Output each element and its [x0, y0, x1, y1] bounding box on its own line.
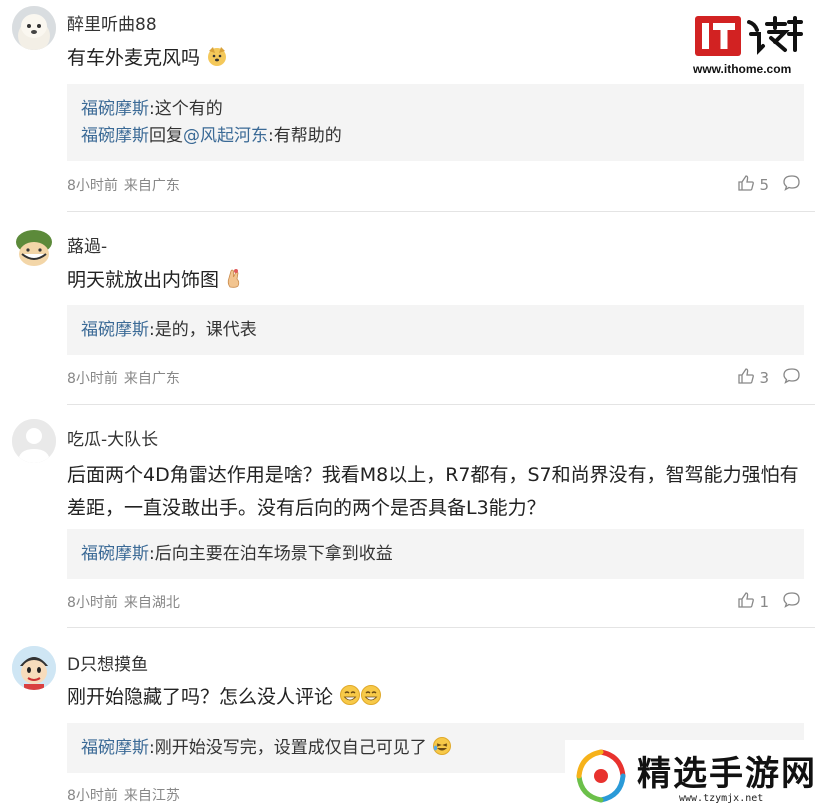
comment-content: 明天就放出内饰图: [67, 264, 807, 299]
reply-line: 福碗摩斯:是的，课代表: [81, 317, 790, 344]
comment-meta: 8小时前 来自湖北: [67, 592, 180, 612]
comment-bubble-icon: [783, 591, 801, 613]
watermark-title: 精选手游网: [637, 754, 815, 794]
reply-box: 福碗摩斯:是的，课代表: [67, 305, 804, 355]
reply-button[interactable]: [783, 174, 801, 196]
reply-box: 福碗摩斯:这个有的 福碗摩斯回复@风起河东:有帮助的: [67, 84, 804, 161]
comment-time: 8小时前: [67, 595, 118, 611]
comment-actions: 3: [737, 367, 801, 389]
comment-location: 来自江苏: [123, 788, 180, 804]
comment-text: 有车外麦克风吗: [67, 47, 201, 69]
fingers-crossed-emoji: [225, 267, 243, 299]
like-count: 3: [759, 369, 769, 387]
comment-time: 8小时前: [67, 178, 118, 194]
reply-author[interactable]: 福碗摩斯: [81, 738, 149, 758]
comment-actions: 1: [737, 591, 801, 613]
comment-meta: 8小时前 来自广东: [67, 175, 180, 195]
reply-text: :后向主要在泊车场景下拿到收益: [149, 544, 393, 564]
watermark-url: www.tzymjx.net: [679, 793, 764, 804]
thumbs-up-icon: [737, 174, 755, 196]
comment-content: 后面两个4D角雷达作用是啥？我看M8以上，R7都有，S7和尚界没有，智驾能力强怕…: [67, 459, 807, 525]
username[interactable]: 蕗過-: [67, 232, 107, 257]
reply-author[interactable]: 福碗摩斯: [81, 544, 149, 564]
comment-meta: 8小时前 来自广东: [67, 368, 180, 388]
comment-time: 8小时前: [67, 371, 118, 387]
thumbs-up-icon: [737, 367, 755, 389]
comment-time: 8小时前: [67, 788, 118, 804]
avatar[interactable]: [12, 6, 56, 50]
reply-line: 福碗摩斯:这个有的: [81, 96, 790, 123]
reply-author[interactable]: 福碗摩斯: [81, 126, 149, 146]
reply-line: 福碗摩斯:后向主要在泊车场景下拿到收益: [81, 541, 790, 568]
avatar[interactable]: [12, 419, 56, 463]
reply-box: 福碗摩斯:后向主要在泊车场景下拿到收益: [67, 529, 804, 579]
reply-text: :是的，课代表: [149, 320, 257, 340]
watermark: 精选手游网 www.tzymjx.net: [565, 740, 815, 811]
thumbs-up-icon: [737, 591, 755, 613]
comment-location: 来自湖北: [123, 595, 180, 611]
grinning-face-emoji: [339, 684, 383, 716]
reply-author[interactable]: 福碗摩斯: [81, 320, 149, 340]
dog-face-emoji: [206, 45, 228, 77]
username[interactable]: 醉里听曲88: [67, 10, 157, 35]
avatar[interactable]: [12, 646, 56, 690]
comment-meta: 8小时前 来自江苏: [67, 785, 180, 805]
reply-button[interactable]: [783, 591, 801, 613]
like-button[interactable]: 1: [737, 591, 769, 613]
comment-location: 来自广东: [123, 178, 180, 194]
watermark-logo-icon: [571, 746, 631, 810]
comment-item: 蕗過- 明天就放出内饰图 福碗摩斯:是的，课代表 8小时前 来自广东 3: [0, 212, 815, 405]
reply-prefix: 回复: [149, 126, 183, 146]
like-button[interactable]: 3: [737, 367, 769, 389]
comment-text: 刚开始隐藏了吗？怎么没人评论: [67, 686, 334, 708]
comment-item: 吃瓜-大队长 后面两个4D角雷达作用是啥？我看M8以上，R7都有，S7和尚界没有…: [0, 405, 815, 628]
comment-text: 明天就放出内饰图: [67, 269, 220, 291]
comment-content: 有车外麦克风吗: [67, 42, 807, 77]
like-button[interactable]: 5: [737, 174, 769, 196]
reply-line: 福碗摩斯回复@风起河东:有帮助的: [81, 123, 790, 150]
username[interactable]: D只想摸鱼: [67, 650, 148, 675]
reply-text: :这个有的: [149, 99, 223, 119]
comment-location: 来自广东: [123, 371, 180, 387]
comment-bubble-icon: [783, 367, 801, 389]
like-count: 1: [759, 593, 769, 611]
reply-mention[interactable]: @风起河东: [183, 126, 268, 146]
comment-content: 刚开始隐藏了吗？怎么没人评论: [67, 681, 807, 716]
laughing-tears-emoji: [432, 736, 452, 765]
like-count: 5: [759, 176, 769, 194]
comment-text: 后面两个4D角雷达作用是啥？我看M8以上，R7都有，S7和尚界没有，智驾能力强怕…: [67, 464, 799, 519]
username[interactable]: 吃瓜-大队长: [67, 425, 158, 450]
avatar[interactable]: [12, 226, 56, 270]
reply-text: :有帮助的: [268, 126, 342, 146]
reply-button[interactable]: [783, 367, 801, 389]
reply-author[interactable]: 福碗摩斯: [81, 99, 149, 119]
comment-bubble-icon: [783, 174, 801, 196]
reply-text: :刚开始没写完，设置成仅自己可见了: [149, 738, 427, 758]
comment-item: 醉里听曲88 有车外麦克风吗 福碗摩斯:这个有的 福碗摩斯回复@风起河东:有帮助…: [0, 0, 815, 212]
comment-actions: 5: [737, 174, 801, 196]
